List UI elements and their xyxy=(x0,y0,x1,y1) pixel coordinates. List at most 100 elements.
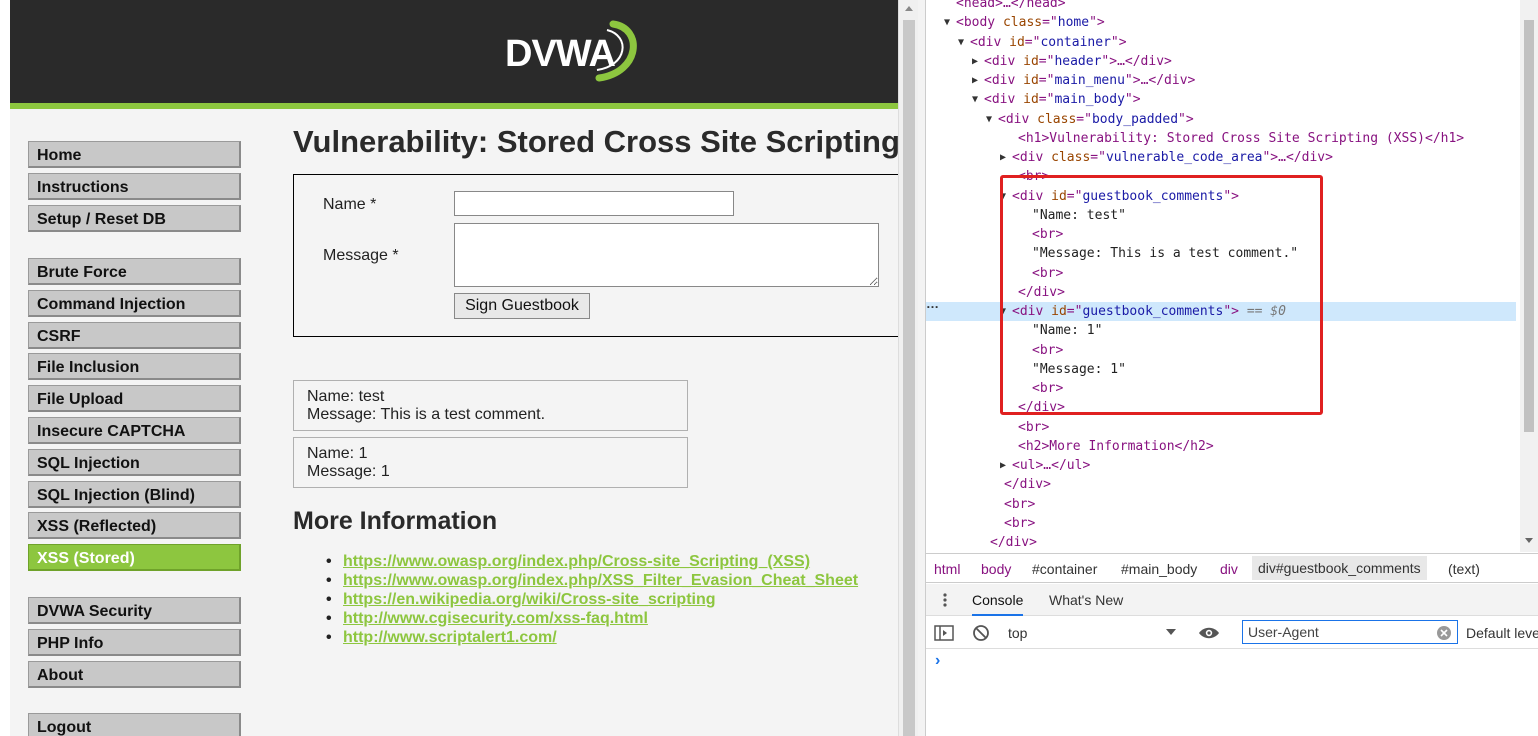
dom-node-row[interactable]: ▼ <div class="body_padded"> xyxy=(926,110,1516,129)
sidebar-item-command-injection[interactable]: Command Injection xyxy=(28,289,241,317)
expand-down-icon[interactable]: ▼ xyxy=(986,110,992,129)
sidebar-item-file-upload[interactable]: File Upload xyxy=(28,385,241,413)
dom-node-row[interactable]: ▶ <ul>…</ul> xyxy=(926,456,1516,475)
dom-node-row[interactable]: <head>…</head> xyxy=(926,0,1516,13)
breadcrumb-item[interactable]: #main_body xyxy=(1121,561,1197,577)
dom-node-row[interactable]: ▶ <div id="main_menu">…</div> xyxy=(926,71,1516,90)
dom-node-row[interactable]: <h2>More Information</h2> xyxy=(926,437,1516,456)
sidebar-item-sql-injection[interactable]: SQL Injection xyxy=(28,448,241,476)
list-item: https://www.owasp.org/index.php/Cross-si… xyxy=(326,552,858,571)
breadcrumb: html body #container #main_body div div#guest… xyxy=(926,553,1538,583)
list-item: https://www.owasp.org/index.php/XSS_Filt… xyxy=(326,571,858,590)
message-textarea[interactable] xyxy=(454,223,879,287)
page-scrollbar-thumb[interactable] xyxy=(903,20,915,736)
dom-node-text: <div id="header">…</div> xyxy=(984,53,1172,69)
sidebar-item-brute-force[interactable]: Brute Force xyxy=(28,258,241,285)
more-options-icon[interactable] xyxy=(942,592,948,608)
more-info-links: https://www.owasp.org/index.php/Cross-si… xyxy=(326,552,858,647)
chevron-down-icon[interactable] xyxy=(1165,627,1177,637)
tab-whats-new[interactable]: What's New xyxy=(1049,592,1123,608)
expand-down-icon[interactable]: ▼ xyxy=(944,13,950,32)
dom-node-row[interactable]: </div> xyxy=(926,475,1516,494)
console-filter-input[interactable] xyxy=(1242,620,1458,644)
eye-icon[interactable] xyxy=(1198,625,1220,641)
list-item: https://en.wikipedia.org/wiki/Cross-site… xyxy=(326,590,858,609)
sign-guestbook-button[interactable]: Sign Guestbook xyxy=(454,293,590,319)
elements-scrollbar-thumb[interactable] xyxy=(1524,20,1534,432)
clear-console-icon[interactable] xyxy=(972,624,990,642)
dom-node-text: <ul>…</ul> xyxy=(1012,458,1091,473)
console-prompt-icon[interactable]: › xyxy=(935,652,940,670)
dom-node-row[interactable]: ▼ <div id="container"> xyxy=(926,33,1516,52)
dom-node-row[interactable]: <br> xyxy=(926,495,1516,514)
reference-link[interactable]: http://www.cgisecurity.com/xss-faq.html xyxy=(343,610,648,627)
dom-node-row[interactable]: <h1>Vulnerability: Stored Cross Site Scr… xyxy=(926,129,1516,148)
breadcrumb-item[interactable]: body xyxy=(981,561,1011,577)
svg-text:DVWA: DVWA xyxy=(505,33,616,75)
reference-link[interactable]: https://www.owasp.org/index.php/XSS_Filt… xyxy=(343,572,858,589)
dom-node-text: </div> xyxy=(1004,477,1051,493)
breadcrumb-item[interactable]: #container xyxy=(1032,561,1097,577)
dom-node-row[interactable]: ▼ <div id="main_body"> xyxy=(926,90,1516,109)
dom-node-text: </div> xyxy=(990,535,1037,550)
reference-link[interactable]: https://en.wikipedia.org/wiki/Cross-site… xyxy=(343,591,716,608)
breadcrumb-item[interactable]: div#guestbook_comments xyxy=(1252,556,1427,580)
name-input[interactable] xyxy=(454,191,734,216)
console-toolbar: top Default levels xyxy=(926,617,1538,649)
context-selector[interactable]: top xyxy=(1008,625,1176,641)
dvwa-logo: DVWA xyxy=(505,20,637,82)
sidebar-item-sql-injection-blind[interactable]: SQL Injection (Blind) xyxy=(28,480,241,508)
expand-right-icon[interactable]: ▶ xyxy=(972,71,978,90)
dom-node-row[interactable]: ▶ <div class="vulnerable_code_area">…</di… xyxy=(926,148,1516,167)
expand-right-icon[interactable]: ▶ xyxy=(1000,456,1006,475)
page-scrollbar[interactable] xyxy=(898,0,918,736)
comment-name: Name: 1 xyxy=(307,445,368,462)
name-label: Name * xyxy=(323,196,377,213)
tab-console[interactable]: Console xyxy=(972,592,1024,616)
sidebar-item-php-info[interactable]: PHP Info xyxy=(28,628,241,656)
dom-node-row[interactable]: ▶ <div id="header">…</div> xyxy=(926,52,1516,71)
sidebar-item-instructions[interactable]: Instructions xyxy=(28,172,241,200)
breadcrumb-item[interactable]: html xyxy=(934,561,960,577)
expand-down-icon[interactable]: ▼ xyxy=(972,90,978,109)
expand-right-icon[interactable]: ▶ xyxy=(972,52,978,71)
breadcrumb-item[interactable]: div xyxy=(1220,561,1238,577)
scroll-up-icon[interactable] xyxy=(899,0,919,16)
devtools-splitter[interactable] xyxy=(918,0,926,736)
sidebar-item-xss-stored[interactable]: XSS (Stored) xyxy=(28,544,241,572)
dom-node-row[interactable]: ▼ <body class="home"> xyxy=(926,13,1516,32)
breadcrumb-item[interactable]: (text) xyxy=(1448,561,1480,577)
dvwa-page: DVWA Home Instructions Setup / Reset DB Bru… xyxy=(0,0,898,736)
dom-node-row[interactable]: <br> xyxy=(926,418,1516,437)
list-item: http://www.scriptalert1.com/ xyxy=(326,628,858,647)
message-label: Message * xyxy=(323,247,399,264)
sidebar-item-csrf[interactable]: CSRF xyxy=(28,321,241,349)
sidebar-item-about[interactable]: About xyxy=(28,660,241,688)
drawer-tabbar: Console What's New xyxy=(926,584,1538,616)
scroll-down-icon[interactable] xyxy=(1523,534,1535,546)
dom-node-text: <br> xyxy=(1018,419,1050,435)
sidebar-item-insecure-captcha[interactable]: Insecure CAPTCHA xyxy=(28,417,241,444)
dom-node-text: <div id="main_body"> xyxy=(984,92,1141,108)
elements-scrollbar[interactable] xyxy=(1520,0,1538,552)
reference-link[interactable]: https://www.owasp.org/index.php/Cross-si… xyxy=(343,553,810,570)
sidebar-item-dvwa-security[interactable]: DVWA Security xyxy=(28,597,241,624)
log-levels-dropdown[interactable]: Default levels xyxy=(1466,625,1538,641)
sidebar-item-logout[interactable]: Logout xyxy=(28,713,241,736)
reference-link[interactable]: http://www.scriptalert1.com/ xyxy=(343,629,557,646)
guestbook-comment: Name: test Message: This is a test comme… xyxy=(293,380,688,431)
more-information-heading: More Information xyxy=(293,507,498,535)
sidebar-toggle-icon[interactable] xyxy=(934,624,954,642)
dom-node-row[interactable]: <br> xyxy=(926,514,1516,533)
expand-down-icon[interactable]: ▼ xyxy=(958,33,964,52)
dom-node-text: <body class="home"> xyxy=(956,15,1105,31)
sidebar-item-file-inclusion[interactable]: File Inclusion xyxy=(28,353,241,381)
sidebar-item-home[interactable]: Home xyxy=(28,141,241,168)
node-actions-ellipsis[interactable]: … xyxy=(926,296,939,311)
sidebar-item-xss-reflected[interactable]: XSS (Reflected) xyxy=(28,512,241,540)
dom-node-text: <head>…</head> xyxy=(956,0,1066,11)
sidebar-item-setup-reset-db[interactable]: Setup / Reset DB xyxy=(28,204,241,232)
dom-node-row[interactable]: </div> xyxy=(926,533,1516,552)
expand-right-icon[interactable]: ▶ xyxy=(1000,148,1006,167)
clear-filter-icon[interactable] xyxy=(1436,625,1452,641)
